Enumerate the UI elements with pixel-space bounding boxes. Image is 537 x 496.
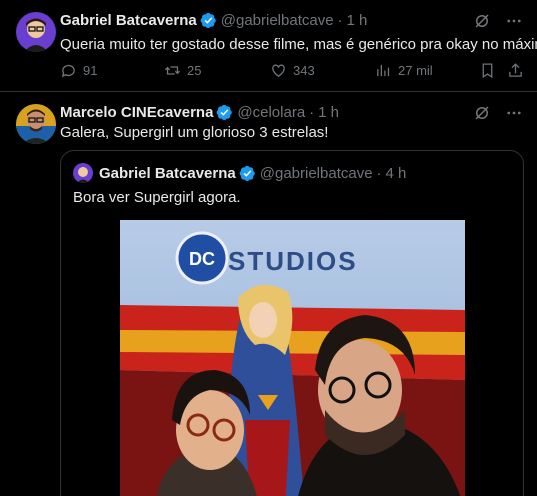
views-icon xyxy=(377,64,390,77)
timestamp[interactable]: 1 h xyxy=(347,12,368,29)
views-button[interactable]: 27 mil xyxy=(375,62,479,79)
quoted-author-name[interactable]: Gabriel Batcaverna xyxy=(99,165,236,182)
quoted-timestamp[interactable]: 4 h xyxy=(386,165,407,182)
view-count: 27 mil xyxy=(398,63,433,78)
tweet-text: Galera, Supergirl um glorioso 3 estrelas… xyxy=(60,124,329,141)
separator: · xyxy=(376,164,382,182)
share-icon xyxy=(509,63,522,77)
dc-logo-text: DC xyxy=(189,249,215,269)
tweet[interactable]: Marcelo CINEcaverna @celolara · 1 h Gale… xyxy=(0,92,537,496)
author-handle[interactable]: @gabrielbatcave xyxy=(221,12,334,29)
poster-studios-text: STUDIOS xyxy=(228,246,358,276)
like-count: 343 xyxy=(293,63,315,78)
reply-icon xyxy=(61,64,75,78)
grok-icon[interactable] xyxy=(473,104,491,122)
dc-logo: DC xyxy=(175,231,229,285)
avatar[interactable] xyxy=(16,104,56,144)
tweet-text: Queria muito ter gostado desse filme, ma… xyxy=(60,36,537,53)
reply-count: 91 xyxy=(83,63,98,78)
grok-icon[interactable] xyxy=(473,12,491,30)
more-icon[interactable] xyxy=(505,12,523,30)
quoted-author-handle[interactable]: @gabrielbatcave xyxy=(260,165,373,182)
separator: · xyxy=(309,104,315,121)
verified-icon xyxy=(239,165,255,181)
avatar[interactable] xyxy=(16,12,56,52)
author-name[interactable]: Marcelo CINEcaverna xyxy=(60,104,213,121)
timestamp[interactable]: 1 h xyxy=(318,104,339,121)
quoted-tweet-text: Bora ver Supergirl agora. xyxy=(73,189,241,206)
repost-count: 25 xyxy=(187,63,202,78)
quoted-tweet[interactable]: Gabriel Batcaverna @gabrielbatcave · 4 h… xyxy=(60,150,524,496)
author-name[interactable]: Gabriel Batcaverna xyxy=(60,12,197,29)
more-icon[interactable] xyxy=(505,104,523,122)
bookmark-icon xyxy=(482,63,493,79)
share-button[interactable] xyxy=(507,62,524,79)
author-handle[interactable]: @celolara xyxy=(237,104,305,121)
tweet-photo[interactable]: DC STUDIOS xyxy=(120,220,465,496)
repost-button[interactable]: 25 xyxy=(164,62,270,79)
verified-icon xyxy=(200,12,216,29)
verified-icon xyxy=(217,104,233,121)
like-button[interactable]: 343 xyxy=(270,62,375,79)
quoted-avatar[interactable] xyxy=(73,163,93,183)
bookmark-button[interactable] xyxy=(479,62,507,79)
repost-icon xyxy=(164,66,181,75)
reply-button[interactable]: 91 xyxy=(60,62,164,79)
separator: · xyxy=(337,12,343,29)
like-icon xyxy=(272,64,285,77)
tweet[interactable]: Gabriel Batcaverna @gabrielbatcave · 1 h… xyxy=(0,0,537,92)
